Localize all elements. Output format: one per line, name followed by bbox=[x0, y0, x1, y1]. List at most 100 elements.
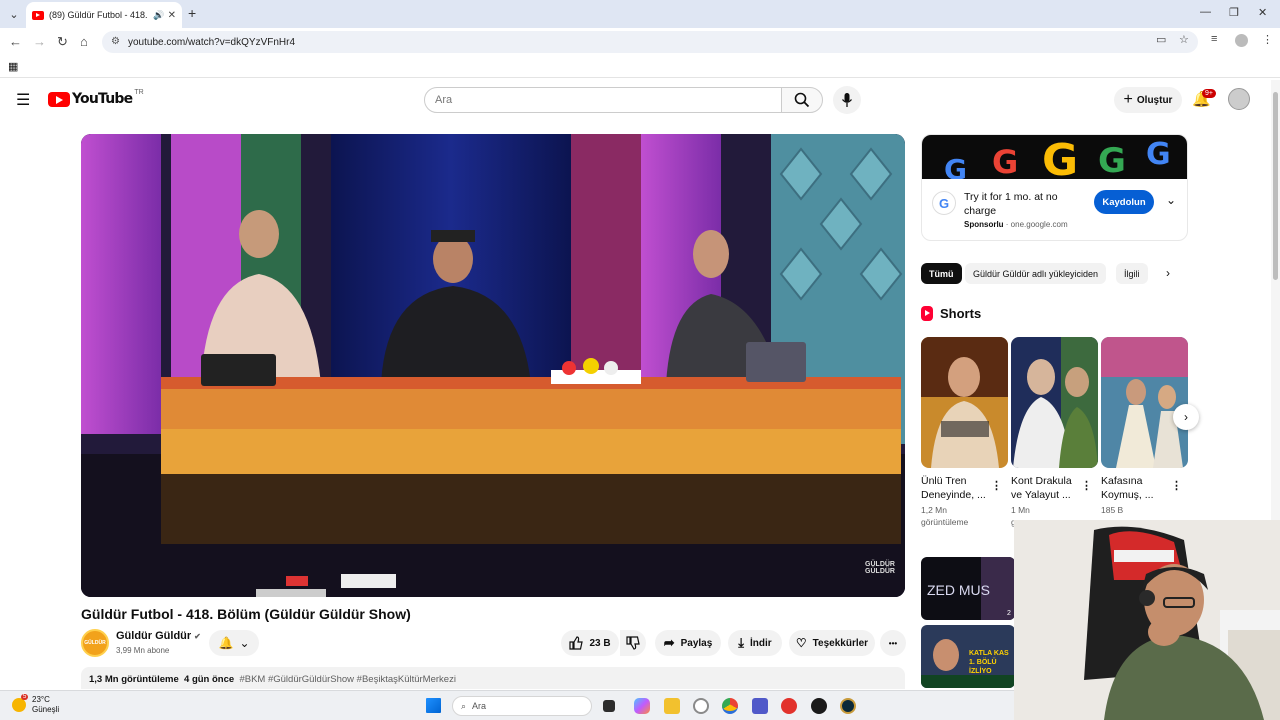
forward-arrow-icon[interactable]: → bbox=[33, 34, 46, 49]
short-item[interactable]: Ünlü Tren Deneyinde, ... 1,2 Mn görüntüle… bbox=[921, 337, 1008, 528]
url-field[interactable]: ⚙ youtube.com/watch?v=dkQYzVFnHr4 bbox=[102, 31, 1198, 53]
sponsored-ad-card[interactable]: G G G G G G Try it for 1 mo. at no charg… bbox=[921, 134, 1188, 241]
heart-coin-icon: ♡ bbox=[795, 636, 807, 650]
youtube-play-logo-icon bbox=[48, 91, 70, 107]
download-label: İndir bbox=[750, 637, 772, 649]
ad-meta: Sponsorlu · one.google.com bbox=[964, 220, 1068, 229]
taskbar-search-icon: ⌕ bbox=[461, 700, 467, 711]
browser-tab-active[interactable]: (89) Güldür Futbol - 418. Bö 🔊 ✕ bbox=[26, 2, 182, 28]
weather-condition: Güneşli bbox=[32, 705, 60, 714]
search-button[interactable] bbox=[781, 87, 823, 113]
windows-start-icon[interactable] bbox=[426, 698, 441, 713]
create-button[interactable]: + Oluştur bbox=[1114, 87, 1182, 113]
account-avatar[interactable] bbox=[1228, 88, 1250, 110]
browser-menu-icon[interactable]: ⋮ bbox=[1262, 33, 1273, 46]
shorts-logo-icon bbox=[921, 306, 933, 321]
channel-avatar[interactable]: GÜLDÜR bbox=[81, 629, 109, 657]
bookmarks-bar: ▦ bbox=[0, 56, 1280, 78]
apps-grid-icon[interactable]: ▦ bbox=[8, 60, 18, 73]
short-more-icon[interactable]: ⋮ bbox=[991, 479, 1002, 492]
thanks-button[interactable]: ♡ Teşekkürler bbox=[789, 630, 875, 656]
file-explorer-icon[interactable] bbox=[664, 698, 680, 714]
tab-close-icon[interactable]: ✕ bbox=[168, 10, 176, 21]
short-title: Ünlü Tren Deneyinde, ... bbox=[921, 475, 986, 501]
chip-from-uploader[interactable]: Güldür Güldür adlı yükleyiciden bbox=[965, 263, 1107, 284]
ad-title: Try it for 1 mo. at no charge bbox=[964, 191, 1058, 217]
bell-icon: 🔔 bbox=[218, 636, 234, 650]
sponsored-label: Sponsorlu bbox=[964, 220, 1004, 229]
share-arrow-icon: ➦ bbox=[663, 635, 675, 650]
like-button[interactable]: 23 B bbox=[561, 630, 619, 656]
dislike-button[interactable] bbox=[620, 630, 646, 656]
related-label-3: İZLİYO bbox=[969, 667, 992, 675]
watermark-line-1: GÜLDÜR bbox=[865, 561, 895, 568]
taskbar-search-placeholder: Ara bbox=[472, 701, 487, 711]
ad-expand-chevron-icon[interactable]: ⌄ bbox=[1166, 193, 1176, 207]
more-actions-button[interactable]: ••• bbox=[880, 630, 906, 656]
scrollbar-thumb[interactable] bbox=[1273, 92, 1278, 280]
video-title: Güldür Futbol - 418. Bölüm (Güldür Güldü… bbox=[81, 606, 411, 622]
address-bar-row: ← → ↻ ⌂ ⚙ youtube.com/watch?v=dkQYzVFnHr… bbox=[0, 28, 1280, 56]
channel-name-link[interactable]: Güldür Güldür ✔ bbox=[116, 630, 201, 642]
record-app-icon[interactable] bbox=[781, 698, 797, 714]
close-window-button[interactable]: ✕ bbox=[1258, 6, 1267, 19]
short-more-icon[interactable]: ⋮ bbox=[1081, 479, 1092, 492]
new-tab-button[interactable]: + bbox=[188, 5, 196, 21]
youtube-logo[interactable]: YouTube TR bbox=[48, 89, 144, 107]
short-item[interactable]: Kont Drakula ve Yalayut ... 1 Mng ⋮ bbox=[1011, 337, 1098, 528]
restore-button[interactable]: ❐ bbox=[1229, 6, 1239, 19]
hashtags[interactable]: #BKM #GüldürGüldürShow #BeşiktaşKültürMe… bbox=[239, 674, 455, 685]
taskbar-search-input[interactable]: ⌕ Ara bbox=[452, 696, 592, 716]
subscription-bell-button[interactable]: 🔔 ⌄ bbox=[209, 630, 259, 656]
profile-avatar-icon[interactable] bbox=[1235, 34, 1248, 47]
related-video-thumbnail[interactable]: ZED MUS 2 bbox=[921, 557, 1015, 620]
chrome-icon[interactable] bbox=[722, 698, 738, 714]
back-arrow-icon[interactable]: ← bbox=[9, 34, 22, 49]
chip-related[interactable]: İlgili bbox=[1116, 263, 1148, 284]
shorts-next-arrow-icon[interactable]: › bbox=[1173, 404, 1199, 430]
hamburger-menu-icon[interactable]: ☰ bbox=[16, 90, 30, 110]
thumbs-down-icon bbox=[626, 636, 640, 650]
media-control-icon[interactable]: ≡ bbox=[1211, 33, 1217, 45]
view-count: 1,3 Mn görüntüleme bbox=[89, 674, 179, 685]
task-view-icon[interactable] bbox=[603, 700, 615, 712]
like-count: 23 B bbox=[589, 637, 611, 649]
related-video-thumbnail[interactable]: KATLA KAS 1. BÖLÜ İZLİYO bbox=[921, 625, 1015, 688]
tab-title: (89) Güldür Futbol - 418. Bö bbox=[49, 10, 151, 20]
short-views: 185 B bbox=[1101, 505, 1124, 515]
copilot-icon[interactable] bbox=[634, 698, 650, 714]
short-item[interactable]: Kafasına Koymuş, ... 185 B ⋮ bbox=[1101, 337, 1188, 516]
ad-signup-button[interactable]: Kaydolun bbox=[1094, 190, 1154, 214]
video-frame bbox=[81, 134, 905, 597]
chip-all[interactable]: Tümü bbox=[921, 263, 962, 284]
sun-icon: 5 bbox=[12, 694, 29, 712]
temperature: 23°C bbox=[32, 695, 50, 704]
reload-icon[interactable]: ↻ bbox=[57, 34, 68, 50]
voice-search-button[interactable] bbox=[833, 86, 861, 114]
league-client-icon[interactable] bbox=[840, 698, 856, 714]
site-info-icon[interactable]: ⚙ bbox=[111, 36, 120, 47]
notification-count-badge: 9+ bbox=[1202, 89, 1216, 98]
tab-search-icon[interactable]: ⌄ bbox=[4, 4, 24, 24]
verified-badge-icon: ✔ bbox=[194, 632, 201, 641]
obs-icon[interactable] bbox=[811, 698, 827, 714]
edge-browser-icon[interactable] bbox=[693, 698, 709, 714]
short-more-icon[interactable]: ⋮ bbox=[1171, 479, 1182, 492]
bookmark-star-icon[interactable]: ☆ bbox=[1179, 33, 1189, 46]
share-button[interactable]: ➦ Paylaş bbox=[655, 630, 721, 656]
thanks-label: Teşekkürler bbox=[812, 637, 869, 649]
minimize-button[interactable]: — bbox=[1200, 6, 1211, 18]
chips-next-chevron-icon[interactable]: › bbox=[1166, 266, 1170, 280]
chevron-down-icon: ⌄ bbox=[239, 636, 250, 650]
ad-banner-image: G G G G G bbox=[922, 135, 1187, 179]
weather-widget[interactable]: 5 23°C Güneşli bbox=[12, 694, 60, 715]
speaker-icon[interactable]: 🔊 bbox=[153, 10, 164, 21]
home-icon[interactable]: ⌂ bbox=[80, 34, 88, 49]
cast-icon[interactable]: ▭ bbox=[1156, 33, 1166, 46]
teams-icon[interactable] bbox=[752, 698, 768, 714]
download-button[interactable]: ⤓ İndir bbox=[728, 630, 782, 656]
search-input[interactable]: Ara bbox=[424, 87, 782, 113]
create-label: Oluştur bbox=[1136, 94, 1173, 106]
description-box[interactable]: 1,3 Mn görüntüleme 4 gün önce #BKM #Güld… bbox=[81, 667, 905, 689]
video-player[interactable]: GÜLDÜR GÜLDÜR bbox=[81, 134, 905, 597]
